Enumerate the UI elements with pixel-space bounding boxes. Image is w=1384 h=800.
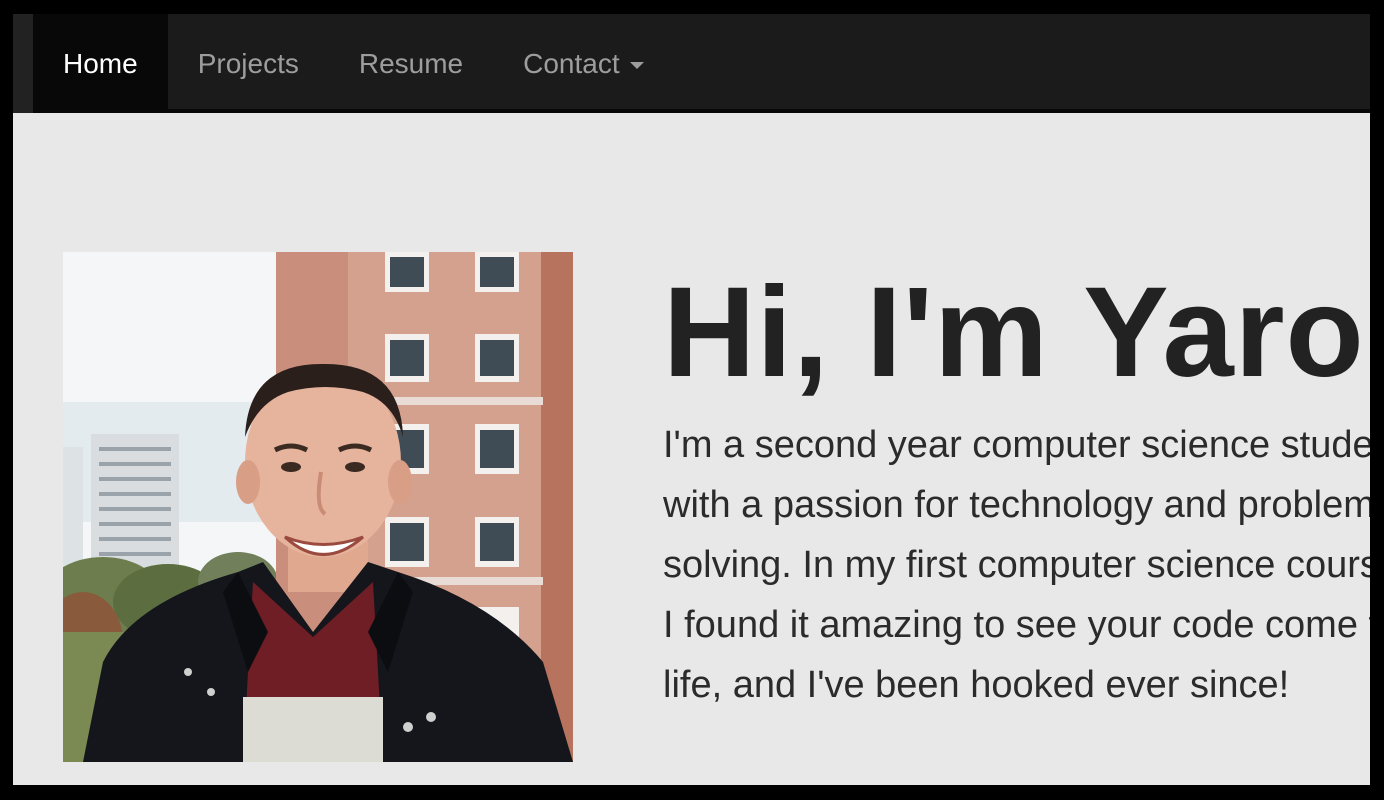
navbar-edge bbox=[13, 14, 33, 113]
nav-item-projects[interactable]: Projects bbox=[168, 14, 329, 113]
hero-headline: Hi, I'm Yaron bbox=[663, 261, 1370, 404]
nav-menu: Home Projects Resume Contact bbox=[33, 14, 674, 113]
nav-item-resume[interactable]: Resume bbox=[329, 14, 493, 113]
top-navbar: Home Projects Resume Contact bbox=[13, 14, 1370, 113]
browser-viewport: Home Projects Resume Contact Hi, I'm Yar… bbox=[13, 14, 1370, 785]
nav-item-label: Resume bbox=[358, 47, 464, 79]
hero-bio: I'm a second year computer science stude… bbox=[663, 424, 1370, 706]
nav-item-contact-dropdown[interactable]: Contact bbox=[493, 14, 674, 113]
nav-item-home[interactable]: Home bbox=[33, 14, 168, 113]
nav-item-label: Home bbox=[63, 47, 138, 79]
profile-photo-illustration bbox=[63, 252, 573, 762]
hero-section: Hi, I'm Yaron I'm a second year computer… bbox=[13, 113, 1370, 785]
caret-down-icon bbox=[629, 62, 644, 69]
nav-item-label: Projects bbox=[197, 47, 299, 79]
nav-item-label: Contact bbox=[523, 47, 620, 79]
profile-photo bbox=[63, 252, 573, 762]
